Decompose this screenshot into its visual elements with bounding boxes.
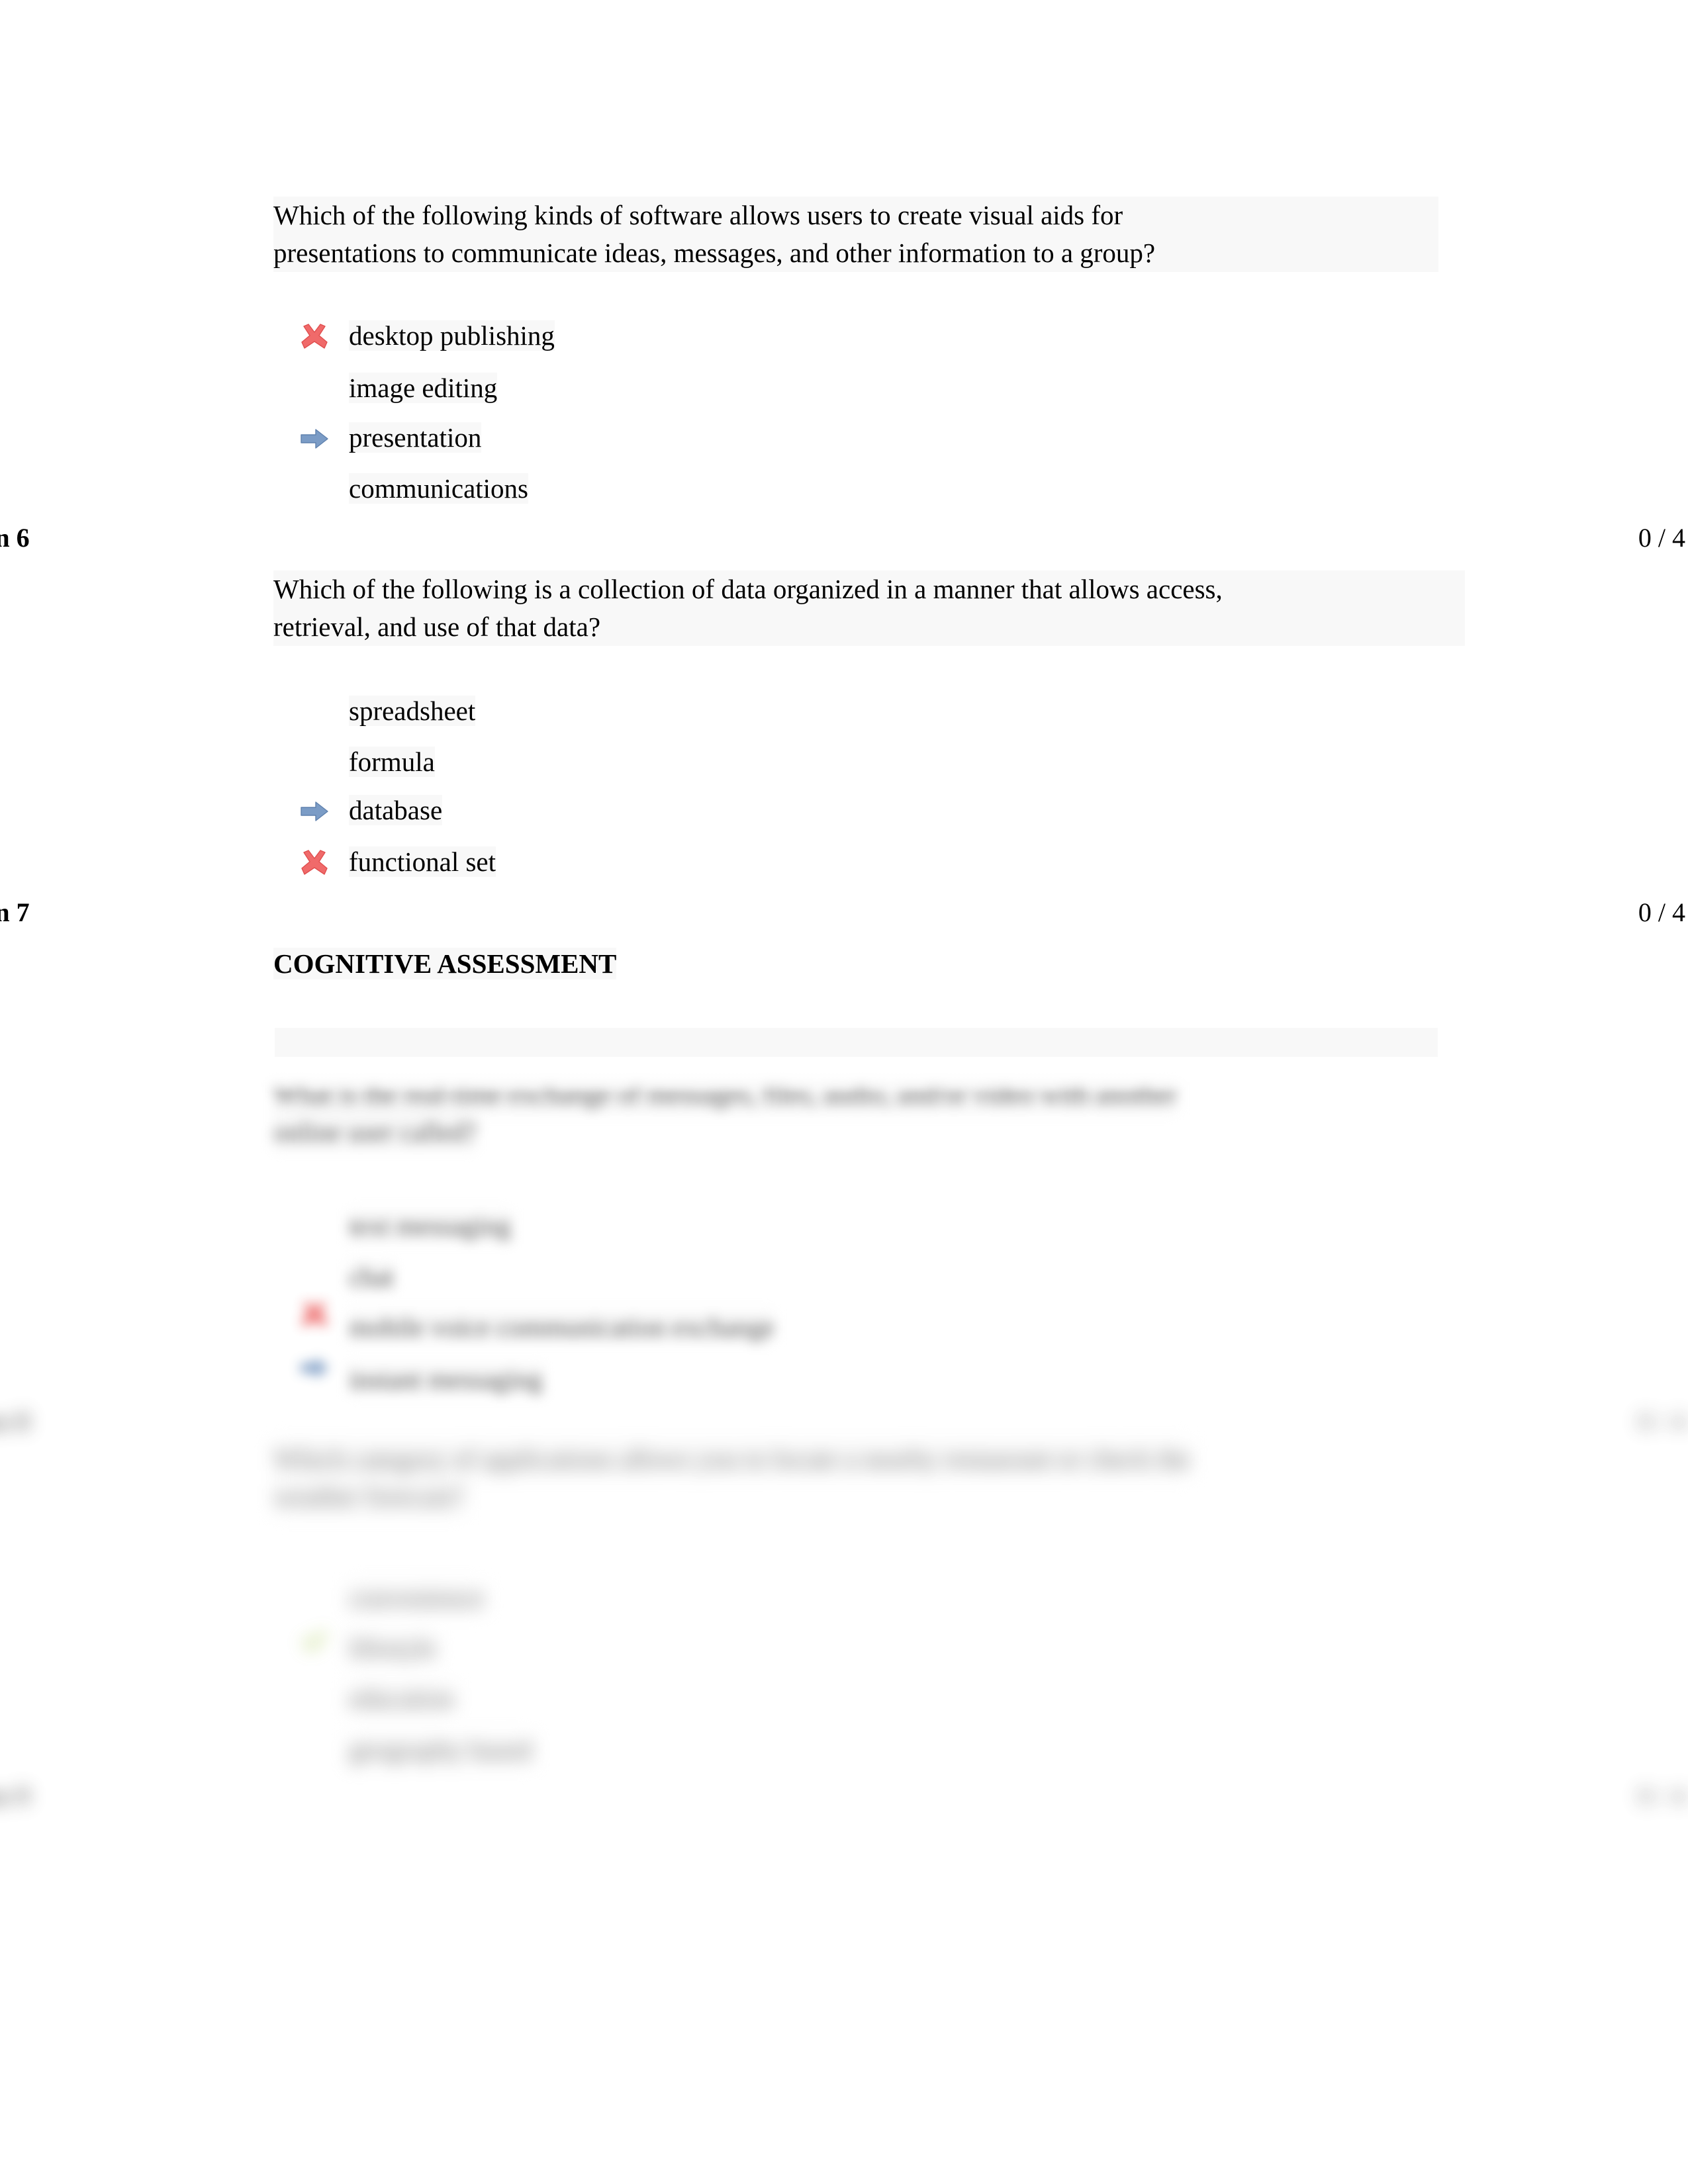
option-label: chat [349, 1261, 395, 1293]
option-label: formula [349, 747, 435, 777]
option-row[interactable]: spreadsheet [349, 695, 476, 727]
option-label: functional set [349, 846, 496, 877]
blue-arrow-icon [301, 429, 328, 449]
option-label: mobile voice communication exchange [349, 1311, 775, 1343]
redacted-question-block: What is the real-time exchange of messag… [273, 1075, 1531, 1151]
option-label: communications [349, 473, 529, 504]
blue-arrow-icon [301, 801, 328, 821]
question-number-label: tion 9 [0, 1781, 30, 1811]
red-x-icon [301, 324, 328, 349]
option-label: text messaging [349, 1210, 511, 1242]
question-number-label: tion 8 [0, 1406, 30, 1436]
question-number-label: tion 6 [0, 523, 30, 553]
red-x-icon [301, 850, 328, 875]
redacted-marker [299, 1627, 330, 1657]
option-label: presentation [349, 422, 482, 453]
redacted-question-score: 0 / 4 [1638, 1780, 1685, 1811]
redacted-question-block: Which category of applications allows yo… [273, 1440, 1531, 1516]
redacted-option-row: instant messaging [349, 1363, 543, 1395]
document-page: Which of the following kinds of software… [0, 0, 1688, 2184]
option-row[interactable]: formula [349, 746, 435, 778]
option-label: geography based [349, 1734, 532, 1766]
option-label: lifestyle [349, 1632, 437, 1664]
option-row[interactable]: desktop publishing [349, 320, 555, 351]
question-score: 0 / 4 [1638, 897, 1685, 927]
question-number-label: tion 7 [0, 897, 30, 927]
option-row[interactable]: functional set [349, 846, 496, 878]
option-row[interactable]: database [349, 794, 443, 826]
option-row[interactable]: image editing [349, 372, 498, 404]
option-label: convenience [349, 1582, 485, 1614]
redacted-question-score: 0 / 4 [1638, 1406, 1685, 1437]
question-score: 0 / 4 [1638, 523, 1685, 553]
question-prompt-line: Which category of applications allows yo… [273, 1440, 1191, 1478]
green-check-icon [303, 1631, 327, 1651]
redacted-option-row: chat [349, 1261, 395, 1293]
question-prompt-line: weather forecast? [273, 1478, 464, 1516]
redacted-marker [299, 1353, 330, 1384]
blue-arrow-icon [301, 1358, 328, 1378]
option-label: database [349, 795, 443, 825]
question-prompt: Which of the following kinds of software… [273, 197, 1438, 272]
option-row[interactable]: communications [349, 473, 529, 504]
option-label: image editing [349, 373, 498, 403]
option-label: education [349, 1682, 455, 1714]
empty-highlight-band [275, 1028, 1438, 1057]
question-prompt-line: online user called? [273, 1113, 477, 1151]
redacted-option-row: convenience [349, 1582, 485, 1614]
question-prompt-line: presentations to communicate ideas, mess… [273, 234, 1156, 272]
section-heading: COGNITIVE ASSESSMENT [273, 948, 617, 979]
question-prompt-line: What is the real-time exchange of messag… [273, 1075, 1178, 1113]
redacted-option-row: geography based [349, 1734, 532, 1766]
question-prompt: Which of the following is a collection o… [273, 570, 1465, 646]
redacted-option-row: education [349, 1682, 455, 1714]
question-score: 0 / 4 [1638, 1781, 1685, 1811]
option-label: instant messaging [349, 1363, 543, 1395]
question-prompt-line: Which of the following is a collection o… [273, 570, 1223, 608]
question-prompt-line: retrieval, and use of that data? [273, 608, 601, 646]
redacted-question-number-label: tion 9 [0, 1780, 30, 1811]
redacted-marker [299, 1300, 330, 1331]
option-row[interactable]: presentation [349, 422, 482, 453]
question-prompt-line: Which of the following kinds of software… [273, 197, 1123, 234]
redacted-question-number-label: tion 8 [0, 1406, 30, 1437]
red-x-icon [301, 1302, 328, 1327]
redacted-option-row: mobile voice communication exchange [349, 1311, 775, 1343]
redacted-option-row: lifestyle [349, 1632, 437, 1664]
redacted-option-row: text messaging [349, 1210, 511, 1242]
option-label: desktop publishing [349, 320, 555, 351]
option-label: spreadsheet [349, 696, 476, 726]
question-score: 0 / 4 [1638, 1406, 1685, 1436]
